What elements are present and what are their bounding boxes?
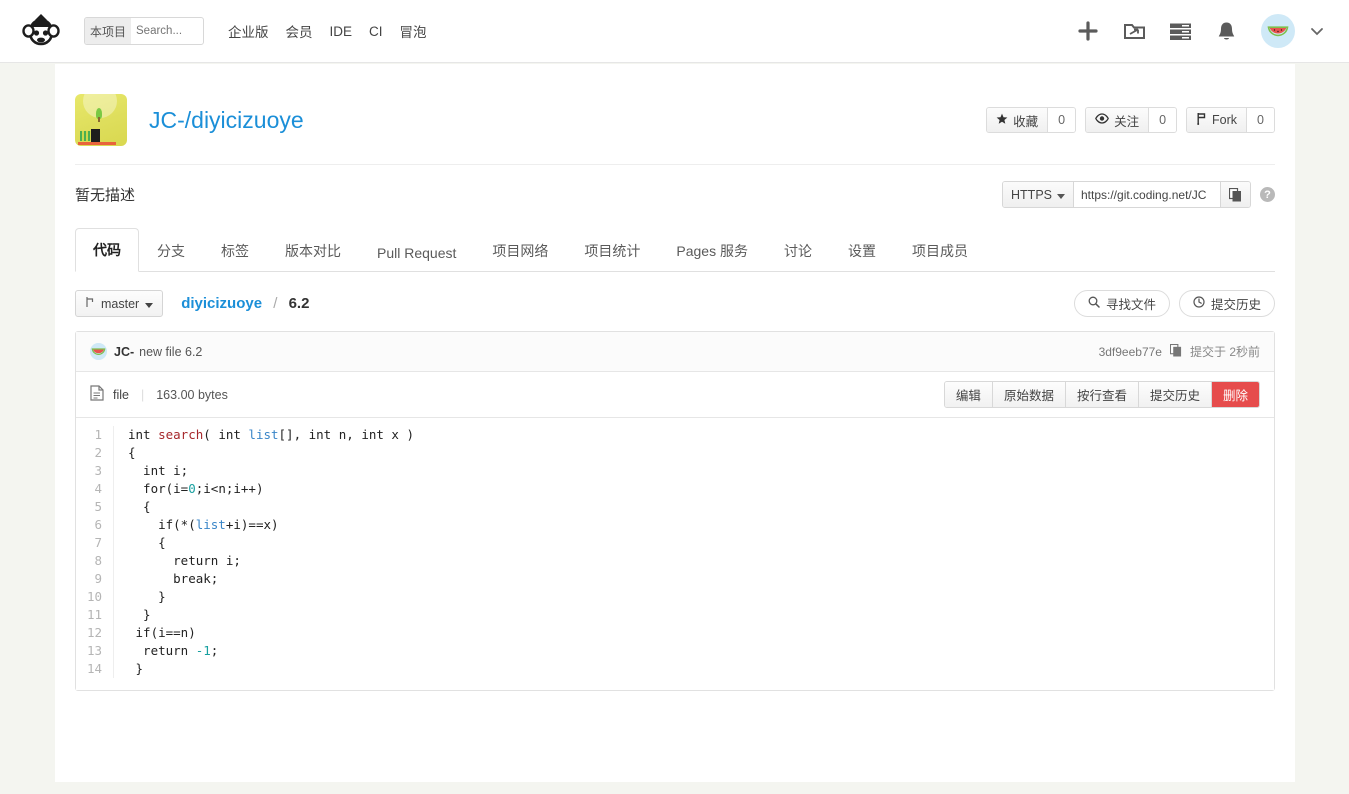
fork-button[interactable]: Fork (1187, 108, 1247, 132)
description-row: 暂无描述 HTTPS ? (75, 164, 1275, 222)
project-folder-icon[interactable] (1123, 20, 1145, 42)
commit-meta: 3df9eeb77e 提交于 2秒前 (1099, 343, 1260, 360)
blame-button[interactable]: 按行查看 (1065, 382, 1139, 407)
clone-url-group: HTTPS (1002, 181, 1251, 208)
breadcrumb: diyicizuoye / 6.2 (181, 295, 309, 312)
nav-link-member[interactable]: 会员 (286, 21, 313, 41)
user-avatar[interactable] (1261, 14, 1295, 48)
copy-icon[interactable] (1220, 182, 1250, 207)
tab-pull-request[interactable]: Pull Request (359, 233, 474, 272)
tab-tags[interactable]: 标签 (203, 229, 267, 272)
tab-code[interactable]: 代码 (75, 228, 139, 272)
repository-avatar[interactable] (75, 94, 127, 146)
repository-tabs: 代码 分支 标签 版本对比 Pull Request 项目网络 项目统计 Pag… (75, 228, 1275, 272)
branch-actions: 寻找文件 提交历史 (1073, 290, 1275, 317)
global-search-box[interactable]: 本项目 (84, 17, 204, 45)
branch-name: master (101, 296, 140, 311)
tab-members[interactable]: 项目成员 (894, 229, 986, 272)
repository-description: 暂无描述 (75, 187, 136, 204)
commit-history-label: 提交历史 (1210, 298, 1261, 312)
find-file-button[interactable]: 寻找文件 (1073, 290, 1170, 317)
raw-data-button[interactable]: 原始数据 (992, 382, 1066, 407)
caret-down-icon (145, 297, 154, 311)
latest-commit-row: JC- new file 6.2 3df9eeb77e 提交于 2秒前 (76, 332, 1274, 372)
search-scope-badge[interactable]: 本项目 (85, 18, 132, 44)
tab-discussion[interactable]: 讨论 (766, 229, 830, 272)
fork-count[interactable]: 0 (1246, 108, 1274, 132)
code-content[interactable]: int search( int list[], int n, int x ){ … (114, 426, 1274, 678)
watch-group: 关注 0 (1085, 107, 1178, 133)
search-input[interactable] (131, 18, 203, 44)
star-icon (996, 113, 1008, 128)
clone-protocol-label: HTTPS (1011, 187, 1052, 202)
file-panel: JC- new file 6.2 3df9eeb77e 提交于 2秒前 file… (75, 331, 1275, 691)
tab-network[interactable]: 项目网络 (474, 229, 566, 272)
file-action-buttons: 编辑 原始数据 按行查看 提交历史 删除 (943, 381, 1260, 408)
star-count[interactable]: 0 (1047, 108, 1076, 132)
tab-compare[interactable]: 版本对比 (267, 229, 359, 272)
file-name: file (113, 387, 129, 402)
commit-author-avatar[interactable] (90, 343, 107, 360)
watch-label: 关注 (1114, 114, 1140, 129)
coding-monkey-logo[interactable] (20, 10, 62, 52)
chevron-down-icon[interactable] (1309, 23, 1325, 39)
line-number-gutter: 1 2 3 4 5 6 7 8 9 10 11 12 13 14 (76, 426, 114, 678)
fork-label: Fork (1212, 113, 1238, 127)
watch-count[interactable]: 0 (1148, 108, 1177, 132)
star-button[interactable]: 收藏 (987, 108, 1048, 132)
code-viewer: 1 2 3 4 5 6 7 8 9 10 11 12 13 14 int search( int list… (76, 418, 1274, 690)
star-label: 收藏 (1013, 114, 1039, 129)
clone-protocol-select[interactable]: HTTPS (1003, 182, 1074, 207)
file-history-button[interactable]: 提交历史 (1138, 382, 1212, 407)
file-icon (90, 385, 104, 404)
breadcrumb-root[interactable]: diyicizuoye (181, 295, 262, 312)
delete-button[interactable]: 删除 (1211, 382, 1259, 407)
clock-icon (1193, 296, 1205, 311)
repository-page-card: JC-/diyicizuoye 收藏 0 关注 0 Fork 0 暂无描述 HT… (55, 64, 1295, 782)
watch-button[interactable]: 关注 (1086, 108, 1149, 132)
commit-message[interactable]: new file 6.2 (139, 345, 202, 359)
caret-down-icon (1057, 188, 1065, 202)
tab-branches[interactable]: 分支 (139, 229, 203, 272)
bell-icon[interactable] (1215, 20, 1237, 42)
branch-bar: master diyicizuoye / 6.2 寻找文件 提交历史 (75, 272, 1275, 331)
breadcrumb-separator: / (273, 295, 278, 312)
nav-link-ide[interactable]: IDE (330, 24, 353, 39)
repository-stats: 收藏 0 关注 0 Fork 0 (986, 107, 1275, 133)
clone-section: HTTPS ? (1002, 181, 1275, 208)
commit-sha[interactable]: 3df9eeb77e (1099, 345, 1162, 359)
find-file-label: 寻找文件 (1105, 298, 1156, 312)
repository-header: JC-/diyicizuoye 收藏 0 关注 0 Fork 0 (75, 64, 1275, 164)
tab-statistics[interactable]: 项目统计 (566, 229, 658, 272)
file-size: 163.00 bytes (156, 387, 228, 402)
tab-pages-service[interactable]: Pages 服务 (658, 229, 766, 272)
nav-link-enterprise[interactable]: 企业版 (228, 21, 269, 41)
commit-time: 提交于 2秒前 (1189, 345, 1260, 359)
question-icon[interactable]: ? (1260, 187, 1275, 202)
star-group: 收藏 0 (986, 107, 1077, 133)
branch-selector[interactable]: master (75, 290, 164, 317)
nav-link-ci[interactable]: CI (369, 24, 383, 39)
search-icon (1088, 296, 1100, 311)
nav-right-icons (1077, 14, 1325, 48)
eye-icon (1095, 113, 1110, 127)
clone-url-input[interactable] (1074, 182, 1220, 207)
top-navigation-bar: 本项目 企业版 会员 IDE CI 冒泡 (0, 0, 1349, 63)
fork-group: Fork 0 (1186, 107, 1275, 133)
commit-history-button[interactable]: 提交历史 (1178, 290, 1275, 317)
file-meta-row: file | 163.00 bytes 编辑 原始数据 按行查看 提交历史 删除 (76, 372, 1274, 418)
file-meta-separator: | (140, 387, 145, 402)
commit-author-name[interactable]: JC- (114, 345, 134, 359)
page-title[interactable]: JC-/diyicizuoye (149, 107, 304, 134)
copy-icon[interactable] (1169, 343, 1182, 360)
fork-icon (1196, 112, 1207, 128)
edit-button[interactable]: 编辑 (944, 382, 993, 407)
plus-icon[interactable] (1077, 20, 1099, 42)
tab-settings[interactable]: 设置 (830, 229, 894, 272)
branch-icon (85, 296, 95, 311)
nav-link-bubble[interactable]: 冒泡 (400, 21, 427, 41)
breadcrumb-current: 6.2 (288, 295, 310, 312)
task-list-icon[interactable] (1169, 20, 1191, 42)
nav-links: 企业版 会员 IDE CI 冒泡 (228, 21, 427, 41)
